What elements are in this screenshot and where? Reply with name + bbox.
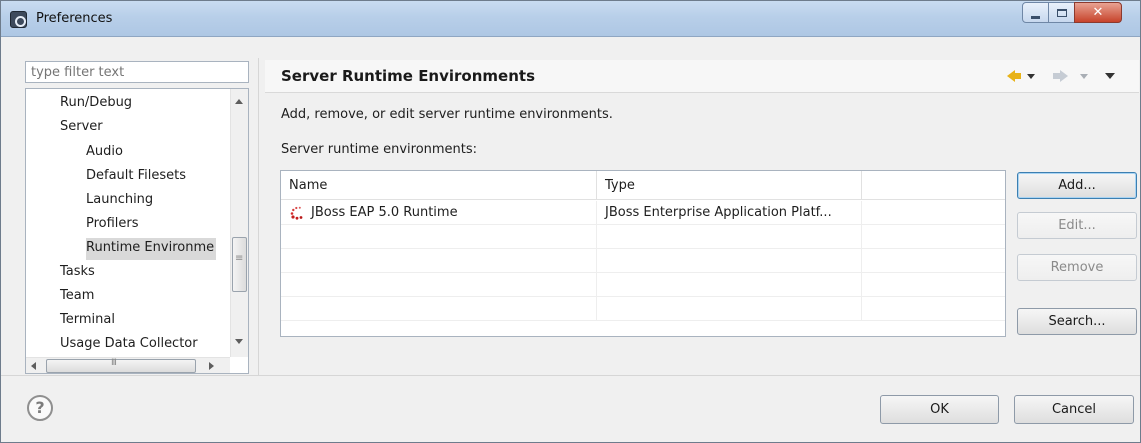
help-icon[interactable]: ? bbox=[27, 395, 53, 421]
page-title: Server Runtime Environments bbox=[281, 67, 535, 85]
tree-item-terminal[interactable]: Terminal bbox=[60, 310, 115, 332]
tree-item-run-debug[interactable]: Run/Debug bbox=[60, 93, 132, 115]
add-button[interactable]: Add... bbox=[1017, 172, 1137, 199]
tree-item-server[interactable]: Server bbox=[60, 117, 103, 139]
scroll-right-arrow-icon[interactable] bbox=[209, 362, 214, 370]
table-row-empty bbox=[281, 297, 1005, 321]
tree-item-profilers[interactable]: Profilers bbox=[86, 214, 139, 236]
scroll-up-arrow-icon[interactable] bbox=[235, 99, 243, 104]
tree-vertical-scrollbar[interactable] bbox=[230, 89, 248, 357]
tree-item-launching[interactable]: Launching bbox=[86, 190, 153, 212]
panel-divider[interactable] bbox=[258, 58, 259, 376]
column-header-empty[interactable] bbox=[862, 171, 1005, 200]
filter-input[interactable] bbox=[25, 61, 249, 83]
view-menu-button[interactable] bbox=[1105, 68, 1115, 84]
runtime-type: JBoss Enterprise Application Platf... bbox=[597, 201, 862, 225]
page-description: Add, remove, or edit server runtime envi… bbox=[281, 107, 613, 122]
edit-button[interactable]: Edit... bbox=[1017, 212, 1137, 239]
scroll-left-arrow-icon[interactable] bbox=[31, 362, 36, 370]
forward-arrow-icon bbox=[1053, 70, 1068, 82]
scroll-down-arrow-icon[interactable] bbox=[235, 339, 243, 344]
preferences-dialog: Preferences ✕ Run/Debug Server Audio Def… bbox=[0, 0, 1141, 443]
footer-divider bbox=[1, 375, 1140, 376]
search-button[interactable]: Search... bbox=[1017, 308, 1137, 335]
preference-tree: Run/Debug Server Audio Default Filesets … bbox=[25, 88, 249, 374]
minimize-button[interactable] bbox=[1022, 2, 1049, 23]
page-header: Server Runtime Environments bbox=[265, 60, 1139, 93]
tree-item-runtime-environments[interactable]: Runtime Environme bbox=[86, 238, 217, 260]
forward-dropdown-icon[interactable] bbox=[1080, 73, 1088, 79]
table-row[interactable]: JBoss EAP 5.0 Runtime JBoss Enterprise A… bbox=[281, 201, 1005, 225]
vertical-scroll-thumb[interactable] bbox=[232, 237, 247, 292]
view-menu-icon bbox=[1105, 73, 1115, 79]
forward-button[interactable] bbox=[1053, 68, 1088, 84]
cancel-button[interactable]: Cancel bbox=[1014, 395, 1134, 424]
close-button[interactable]: ✕ bbox=[1074, 2, 1122, 23]
runtime-list-label: Server runtime environments: bbox=[281, 142, 478, 157]
column-header-name[interactable]: Name bbox=[281, 171, 597, 200]
row-empty-cell bbox=[862, 201, 1005, 225]
runtime-environments-table[interactable]: Name Type JBoss EAP 5.0 Runtime JBoss En… bbox=[280, 170, 1006, 337]
jboss-server-icon bbox=[290, 206, 303, 220]
table-row-empty bbox=[281, 225, 1005, 249]
row-name-cell: JBoss EAP 5.0 Runtime bbox=[281, 201, 597, 225]
close-icon: ✕ bbox=[1092, 5, 1104, 20]
tree-horizontal-scrollbar[interactable] bbox=[26, 357, 230, 373]
tree-item-audio[interactable]: Audio bbox=[86, 142, 123, 164]
window-title: Preferences bbox=[36, 11, 113, 26]
back-button[interactable] bbox=[1007, 68, 1035, 84]
table-row-empty bbox=[281, 273, 1005, 297]
back-dropdown-icon[interactable] bbox=[1027, 73, 1035, 79]
title-bar: Preferences ✕ bbox=[1, 1, 1140, 37]
column-header-type[interactable]: Type bbox=[597, 171, 862, 200]
table-header: Name Type bbox=[281, 171, 1005, 200]
back-arrow-icon bbox=[1007, 70, 1021, 82]
horizontal-scroll-thumb[interactable] bbox=[46, 358, 196, 373]
tree-item-tasks[interactable]: Tasks bbox=[60, 262, 95, 284]
eclipse-app-icon bbox=[10, 11, 27, 28]
tree-item-usage-data-collector[interactable]: Usage Data Collector bbox=[60, 334, 198, 356]
table-row-empty bbox=[281, 249, 1005, 273]
remove-button[interactable]: Remove bbox=[1017, 254, 1137, 281]
tree-item-team[interactable]: Team bbox=[60, 286, 94, 308]
ok-button[interactable]: OK bbox=[880, 395, 999, 424]
tree-item-default-filesets[interactable]: Default Filesets bbox=[86, 166, 186, 188]
minimize-icon bbox=[1031, 15, 1040, 19]
maximize-button[interactable] bbox=[1048, 2, 1075, 23]
runtime-name: JBoss EAP 5.0 Runtime bbox=[311, 205, 458, 220]
maximize-icon bbox=[1056, 8, 1067, 17]
